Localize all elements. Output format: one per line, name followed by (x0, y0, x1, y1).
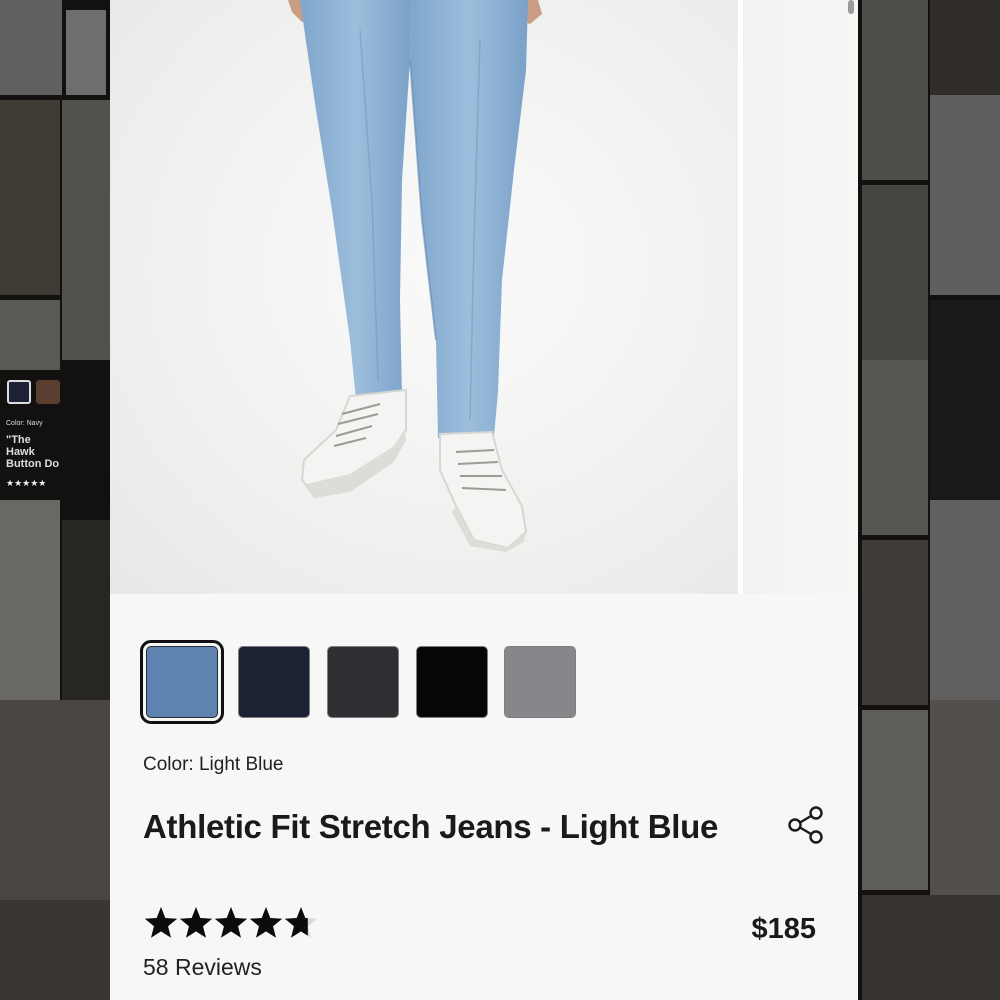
swatch-black[interactable] (416, 646, 488, 718)
share-icon (788, 806, 823, 844)
product-quick-view: Color: Light Blue Athletic Fit Stretch J… (110, 0, 858, 1000)
image-gallery[interactable] (110, 0, 858, 594)
star-icon-filled (249, 907, 283, 938)
rating-stars[interactable] (143, 904, 323, 944)
product-price: $185 (751, 913, 816, 945)
product-photo[interactable] (110, 0, 738, 594)
reviews-link[interactable]: 58 Reviews (143, 954, 262, 981)
swatch-navy[interactable] (238, 646, 310, 718)
star-rating-graphic (144, 907, 318, 938)
star-icon-filled (144, 907, 178, 938)
star-icon-filled (214, 907, 248, 938)
scrollbar-thumb[interactable] (848, 0, 854, 14)
share-button[interactable] (786, 804, 828, 846)
star-icon-filled (179, 907, 213, 938)
swatch-light-blue[interactable] (140, 640, 224, 724)
selected-color-label: Color: Light Blue (143, 754, 284, 775)
bg-product-name: "The Hawk Button Do (6, 434, 60, 470)
next-photo-peek[interactable] (743, 0, 858, 594)
product-title: Athletic Fit Stretch Jeans - Light Blue (143, 808, 719, 845)
bg-color-label: Color: Navy (6, 420, 43, 427)
swatch-grey[interactable] (504, 646, 576, 718)
product-photo-illustration (288, 0, 542, 552)
swatch-charcoal[interactable] (327, 646, 399, 718)
bg-stars: ★★★★★ (6, 478, 47, 488)
